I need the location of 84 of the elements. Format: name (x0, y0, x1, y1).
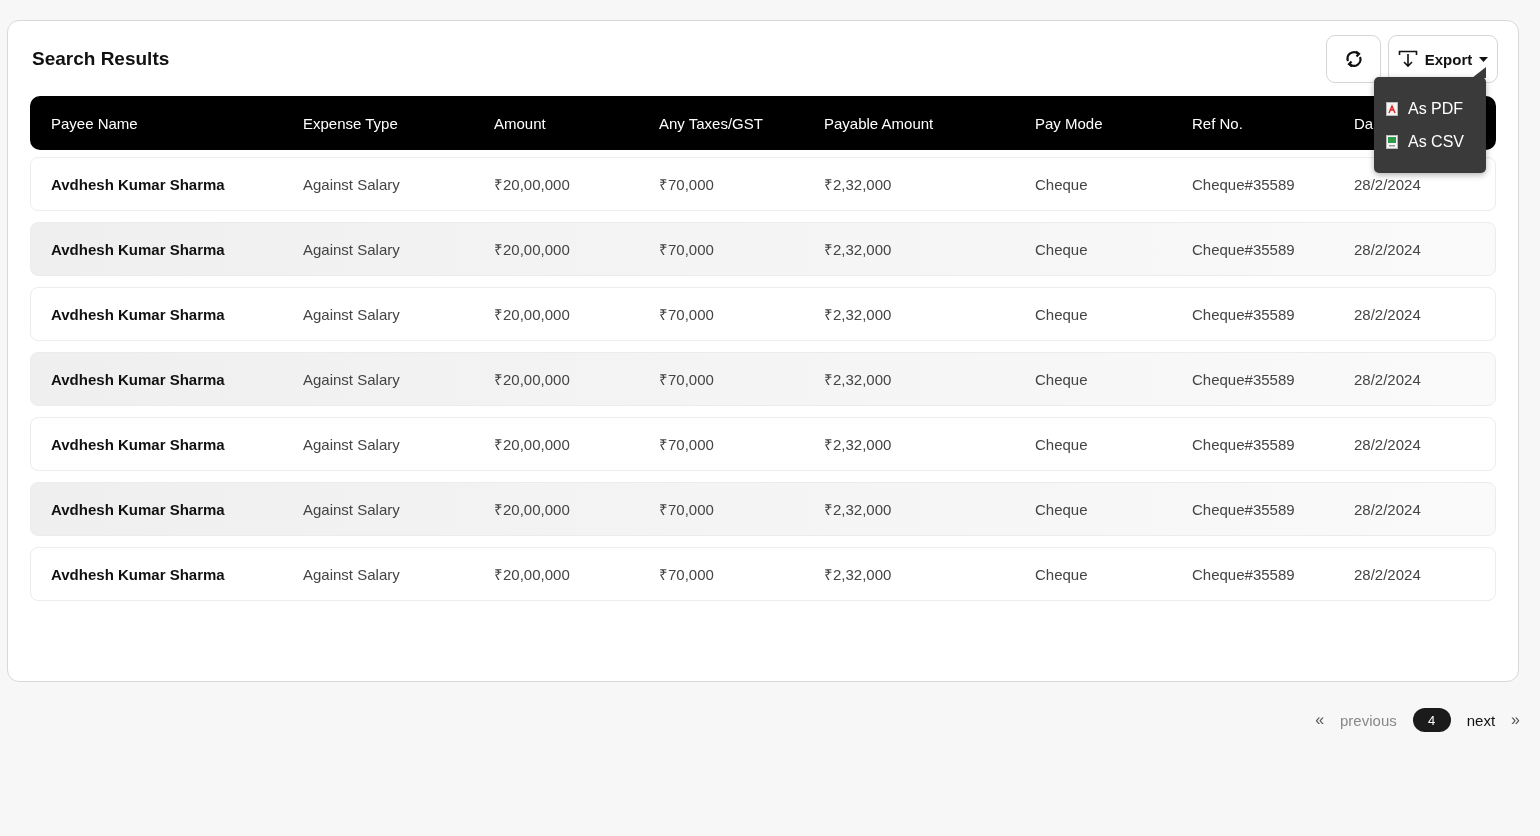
table-cell-text: Avdhesh Kumar Sharma (51, 370, 226, 388)
menu-item[interactable]: As CSV (1386, 132, 1486, 151)
table-row[interactable]: Avdhesh Kumar Sharma Against Salary ₹20,00,000 ₹70,000 ₹2,32,000 Cheque Cheque#35589 28/2/2024 (30, 222, 1496, 276)
table-cell-text: Against Salary (303, 305, 401, 323)
table-cell-text: Cheque#35589 (1192, 500, 1296, 518)
column-header: Payee Name (51, 114, 139, 132)
table-cell-text: Cheque (1035, 370, 1089, 388)
table-cell-text: 28/2/2024 (1354, 305, 1422, 323)
table-cell-text: 28/2/2024 (1354, 370, 1422, 388)
table-cell-text: Cheque#35589 (1192, 370, 1296, 388)
refresh-button[interactable] (1326, 35, 1381, 83)
table-cell-text: ₹2,32,000 (824, 565, 893, 584)
table-cell-text: Against Salary (303, 370, 401, 388)
menu-item[interactable]: As PDF (1386, 99, 1486, 118)
table-cell-text: ₹20,00,000 (494, 500, 571, 519)
section-title: Search Results (32, 48, 170, 70)
table-cell-text: ₹70,000 (659, 305, 715, 324)
table-cell-text: Against Salary (303, 175, 401, 193)
table-row[interactable]: Avdhesh Kumar Sharma Against Salary ₹20,00,000 ₹70,000 ₹2,32,000 Cheque Cheque#35589 28/2/2024 (30, 157, 1496, 211)
table-cell-text: Cheque (1035, 500, 1089, 518)
table-cell-text: Cheque#35589 (1192, 565, 1296, 583)
column-header: Amount (494, 114, 547, 132)
table-cell-text: Cheque (1035, 175, 1089, 193)
download-icon (1397, 50, 1418, 68)
table-row[interactable]: Avdhesh Kumar Sharma Against Salary ₹20,00,000 ₹70,000 ₹2,32,000 Cheque Cheque#35589 28/2/2024 (30, 547, 1496, 601)
table-cell-text: ₹2,32,000 (824, 240, 893, 259)
table-cell-text: 28/2/2024 (1354, 500, 1422, 518)
table-cell-text: ₹2,32,000 (824, 500, 893, 519)
table-cell-text: ₹2,32,000 (824, 370, 893, 389)
table-cell-text: ₹20,00,000 (494, 435, 571, 454)
next-link[interactable]: next (1466, 711, 1496, 729)
table-cell-text: ₹70,000 (659, 175, 715, 194)
table-cell-text: Cheque#35589 (1192, 435, 1296, 453)
table-cell-text: Avdhesh Kumar Sharma (51, 240, 226, 258)
table-cell-text: ₹70,000 (659, 370, 715, 389)
last-page-link[interactable]: » (1511, 711, 1520, 729)
first-page-link[interactable]: « (1315, 711, 1325, 729)
table-cell-text: ₹20,00,000 (494, 370, 571, 389)
table-cell-text: Cheque (1035, 565, 1089, 583)
table-cell-text: Avdhesh Kumar Sharma (51, 175, 226, 193)
table-cell-text: 28/2/2024 (1354, 240, 1422, 258)
pdf-file-icon (1386, 101, 1398, 116)
table-cell-text: ₹20,00,000 (494, 240, 571, 259)
caret-icon (1479, 56, 1489, 62)
table-row[interactable]: Avdhesh Kumar Sharma Against Salary ₹20,00,000 ₹70,000 ₹2,32,000 Cheque Cheque#35589 28/2/2024 (30, 417, 1496, 471)
table-cell-text: 28/2/2024 (1354, 565, 1422, 583)
refresh-icon (1343, 49, 1364, 69)
table-cell-text: Avdhesh Kumar Sharma (51, 500, 226, 518)
table-cell-text: Cheque#35589 (1192, 305, 1296, 323)
table-cell-text: ₹20,00,000 (494, 565, 571, 584)
table-cell-text: ₹2,32,000 (824, 305, 893, 324)
table-cell-text: ₹2,32,000 (824, 175, 893, 194)
table-cell-text: ₹20,00,000 (494, 175, 571, 194)
table-cell-text: 28/2/2024 (1354, 435, 1422, 453)
table-cell-text: ₹70,000 (659, 565, 715, 584)
column-header: Ref No. (1192, 114, 1244, 132)
table-cell-text: Against Salary (303, 500, 401, 518)
table-cell-text: ₹20,00,000 (494, 305, 571, 324)
table-cell-text: Cheque#35589 (1192, 175, 1296, 193)
table-cell-text: Against Salary (303, 240, 401, 258)
column-header: Payable Amount (824, 114, 935, 132)
table-cell-text: Cheque#35589 (1192, 240, 1296, 258)
table-cell-text: Avdhesh Kumar Sharma (51, 305, 226, 323)
table-cell-text: Against Salary (303, 435, 401, 453)
table-cell-text: Cheque (1035, 240, 1089, 258)
table-cell-text: Avdhesh Kumar Sharma (51, 435, 226, 453)
table-cell-text: ₹2,32,000 (824, 435, 893, 454)
table-cell-text: 28/2/2024 (1354, 175, 1422, 193)
table-cell-text: Avdhesh Kumar Sharma (51, 565, 226, 583)
table-cell-text: ₹70,000 (659, 240, 715, 259)
table-cell-text: Cheque (1035, 305, 1089, 323)
table-row[interactable]: Avdhesh Kumar Sharma Against Salary ₹20,00,000 ₹70,000 ₹2,32,000 Cheque Cheque#35589 28/2/2024 (30, 482, 1496, 536)
table-cell-text: ₹70,000 (659, 500, 715, 519)
table-cell-text: Cheque (1035, 435, 1089, 453)
column-header: Expense Type (303, 114, 399, 132)
spreadsheet-file-icon (1386, 134, 1398, 149)
page-button[interactable]: 4 (1412, 708, 1451, 732)
table-row[interactable]: Avdhesh Kumar Sharma Against Salary ₹20,00,000 ₹70,000 ₹2,32,000 Cheque Cheque#35589 28/2/2024 (30, 352, 1496, 406)
column-header: Pay Mode (1035, 114, 1104, 132)
table-row[interactable]: Avdhesh Kumar Sharma Against Salary ₹20,00,000 ₹70,000 ₹2,32,000 Cheque Cheque#35589 28/2/2024 (30, 287, 1496, 341)
column-header: Da (1354, 114, 1375, 132)
column-header: Any Taxes/GST (659, 114, 764, 132)
table-cell-text: ₹70,000 (659, 435, 715, 454)
table-cell-text: Against Salary (303, 565, 401, 583)
